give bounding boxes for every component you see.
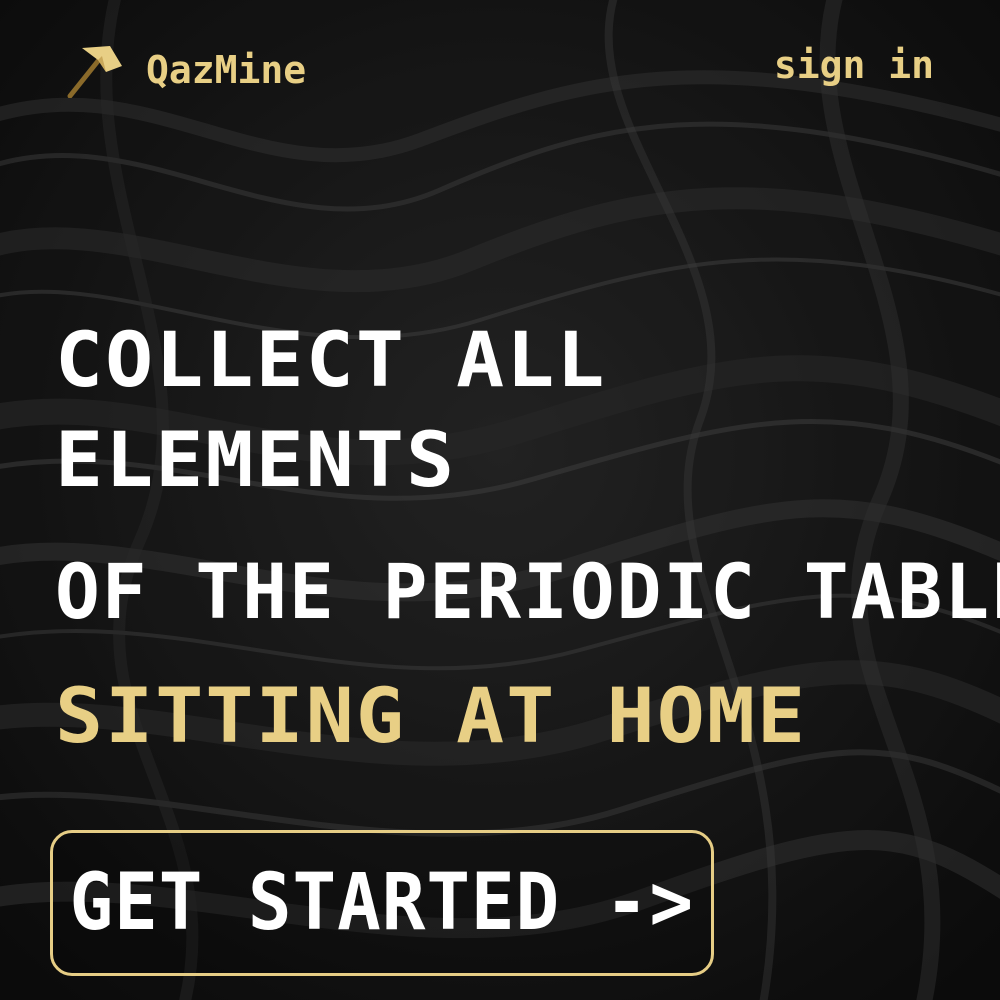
get-started-label: GET STARTED -> xyxy=(69,858,695,948)
headline-line-1: COLLECT ALL xyxy=(55,315,607,404)
headline-line-3: OF THE PERIODIC TABLE xyxy=(55,547,1000,636)
get-started-button[interactable]: GET STARTED -> xyxy=(50,830,714,976)
sign-in-link[interactable]: sign in xyxy=(774,46,934,84)
top-nav: QazMine sign in xyxy=(62,36,942,100)
gold-pickaxe-icon xyxy=(67,46,122,98)
headline-line-2: ELEMENTS xyxy=(55,415,457,504)
headline-line-4-accent: SITTING AT HOME xyxy=(55,671,808,760)
landing-page: QazMine sign in COLLECT ALL ELEMENTS OF … xyxy=(0,0,1000,1000)
brand-logo[interactable]: QazMine xyxy=(62,42,306,98)
brand-name: QazMine xyxy=(146,48,307,92)
